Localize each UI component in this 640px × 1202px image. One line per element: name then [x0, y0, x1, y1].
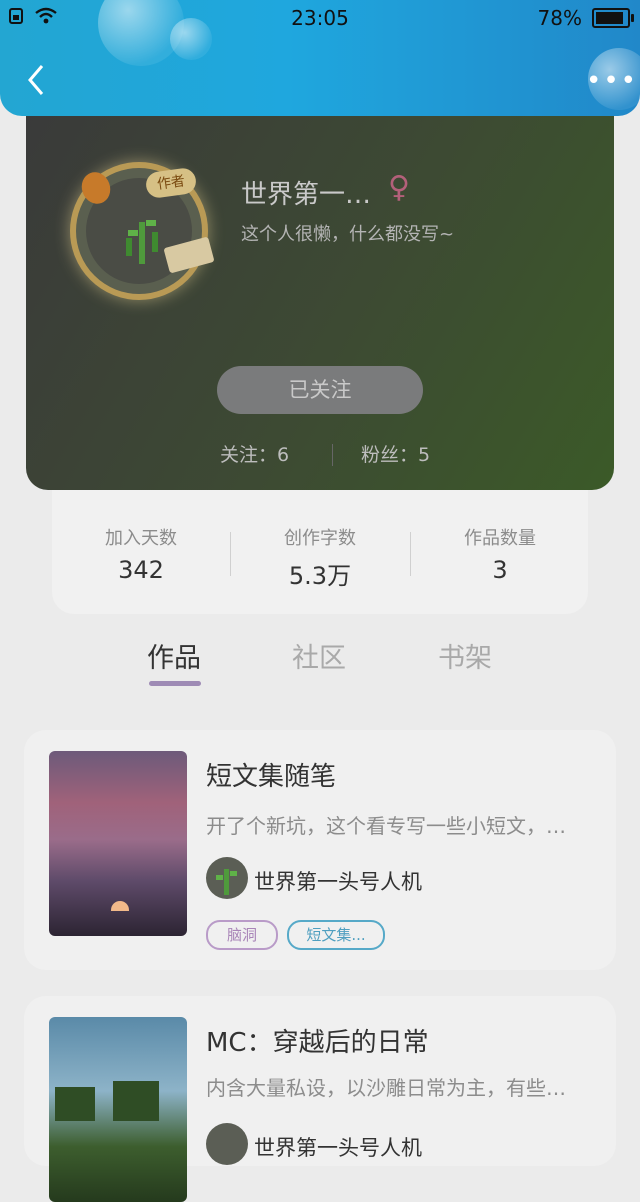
female-icon: ♀ [388, 170, 410, 205]
tab-works[interactable]: 作品 [147, 636, 201, 675]
profile-card: 作者 世界第一… ♀ 这个人很懒，什么都没写~ 已关注 关注：6 粉丝：5 [26, 100, 614, 490]
work-title: 短文集随笔 [206, 762, 337, 792]
sprout-icon [126, 220, 158, 264]
work-tag[interactable]: 短文集... [287, 920, 385, 950]
tree-decor [113, 1081, 159, 1121]
author-avatar [206, 1123, 248, 1165]
stat-days: 加入天数 342 [52, 524, 230, 584]
stat-value: 3 [492, 556, 508, 584]
work-tag[interactable]: 脑洞 [206, 920, 278, 950]
following-count[interactable]: 关注：6 [220, 440, 289, 467]
sunset-sun [111, 901, 129, 911]
more-button[interactable]: ••• [586, 66, 636, 96]
work-cover [49, 1017, 187, 1202]
fans-count[interactable]: 粉丝：5 [361, 440, 430, 467]
profile-name: 世界第一… [241, 180, 372, 210]
tab-bar: 作品 社区 书架 [0, 632, 640, 692]
work-desc: 开了个新坑，这个看专写一些小短文，… [206, 814, 566, 838]
stats-panel: 加入天数 342 创作字数 5.3万 作品数量 3 [52, 480, 588, 614]
follow-button[interactable]: 已关注 [217, 366, 423, 414]
work-author[interactable]: 世界第一头号人机 [254, 1132, 422, 1162]
stat-words: 创作字数 5.3万 [231, 524, 409, 591]
tab-community[interactable]: 社区 [292, 636, 346, 675]
author-avatar [206, 857, 248, 899]
stat-label: 创作字数 [284, 528, 356, 549]
profile-bio: 这个人很懒，什么都没写~ [241, 224, 455, 245]
divider [332, 444, 333, 466]
battery-icon [592, 8, 634, 28]
stat-label: 加入天数 [105, 528, 177, 549]
battery-fill [596, 12, 623, 24]
status-bar: 23:05 78% [0, 6, 640, 30]
back-button[interactable] [18, 60, 58, 100]
work-title: MC：穿越后的日常 [206, 1028, 429, 1058]
stat-works: 作品数量 3 [411, 524, 589, 584]
stat-value: 342 [118, 556, 164, 584]
work-card[interactable]: MC：穿越后的日常 内含大量私设，以沙雕日常为主，有些… 世界第一头号人机 [24, 996, 616, 1202]
stat-value: 5.3万 [288, 562, 352, 590]
stat-label: 作品数量 [464, 528, 536, 549]
tree-decor [55, 1087, 95, 1121]
sprout-icon [216, 869, 237, 895]
work-card[interactable]: 短文集随笔 开了个新坑，这个看专写一些小短文，… 世界第一头号人机 脑洞 短文集… [24, 730, 616, 970]
tab-indicator [149, 681, 201, 686]
work-desc: 内含大量私设，以沙雕日常为主，有些… [206, 1076, 566, 1100]
tab-bookshelf[interactable]: 书架 [438, 636, 492, 675]
more-horizontal-icon: ••• [586, 66, 639, 96]
battery-percent: 78% [537, 6, 582, 30]
top-nav-bar: 23:05 78% ••• [0, 0, 640, 116]
work-cover [49, 751, 187, 936]
work-author[interactable]: 世界第一头号人机 [254, 866, 422, 896]
chevron-left-icon [28, 65, 44, 95]
